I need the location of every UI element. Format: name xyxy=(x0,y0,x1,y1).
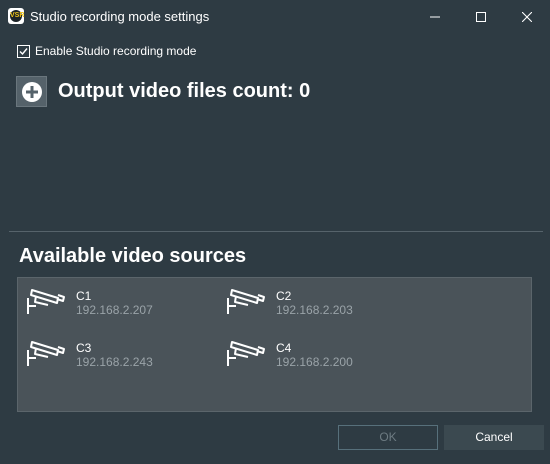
close-button[interactable] xyxy=(504,0,550,33)
add-output-button[interactable] xyxy=(16,76,47,107)
video-source-item[interactable]: C1 192.168.2.207 xyxy=(24,284,214,324)
security-camera-icon xyxy=(227,289,265,314)
output-files-count: Output video files count: 0 xyxy=(58,80,311,102)
window-title: Studio recording mode settings xyxy=(30,9,210,24)
minimize-button[interactable] xyxy=(412,0,458,33)
available-sources-title: Available video sources xyxy=(19,245,247,267)
video-source-item[interactable]: C2 192.168.2.203 xyxy=(224,284,414,324)
app-logo-icon: VSR xyxy=(8,8,24,24)
security-camera-icon xyxy=(27,341,65,366)
enable-studio-mode-checkbox[interactable] xyxy=(17,44,30,58)
checkmark-icon xyxy=(19,47,28,55)
security-camera-icon xyxy=(227,341,265,366)
cancel-button[interactable]: Cancel xyxy=(444,425,544,450)
video-sources-panel: C1 192.168.2.207 C2 192.168.2.203 C3 192… xyxy=(17,277,532,412)
security-camera-icon xyxy=(27,289,65,314)
source-ip: 192.168.2.203 xyxy=(276,303,353,317)
close-icon xyxy=(522,11,532,22)
source-ip: 192.168.2.243 xyxy=(76,355,153,369)
title-bar: VSR Studio recording mode settings xyxy=(0,0,550,33)
maximize-button[interactable] xyxy=(458,0,504,33)
source-name: C2 xyxy=(276,289,292,303)
source-name: C4 xyxy=(276,341,292,355)
section-divider xyxy=(9,231,543,232)
source-ip: 192.168.2.207 xyxy=(76,303,153,317)
maximize-icon xyxy=(476,11,486,22)
enable-studio-mode-row[interactable]: Enable Studio recording mode xyxy=(17,43,196,59)
video-source-item[interactable]: C3 192.168.2.243 xyxy=(24,336,214,376)
minimize-icon xyxy=(430,16,440,17)
video-source-item[interactable]: C4 192.168.2.200 xyxy=(224,336,414,376)
source-ip: 192.168.2.200 xyxy=(276,355,353,369)
enable-studio-mode-label[interactable]: Enable Studio recording mode xyxy=(35,44,196,58)
ok-button[interactable]: OK xyxy=(338,425,438,450)
plus-circle-icon xyxy=(21,81,42,102)
source-name: C1 xyxy=(76,289,92,303)
source-name: C3 xyxy=(76,341,92,355)
